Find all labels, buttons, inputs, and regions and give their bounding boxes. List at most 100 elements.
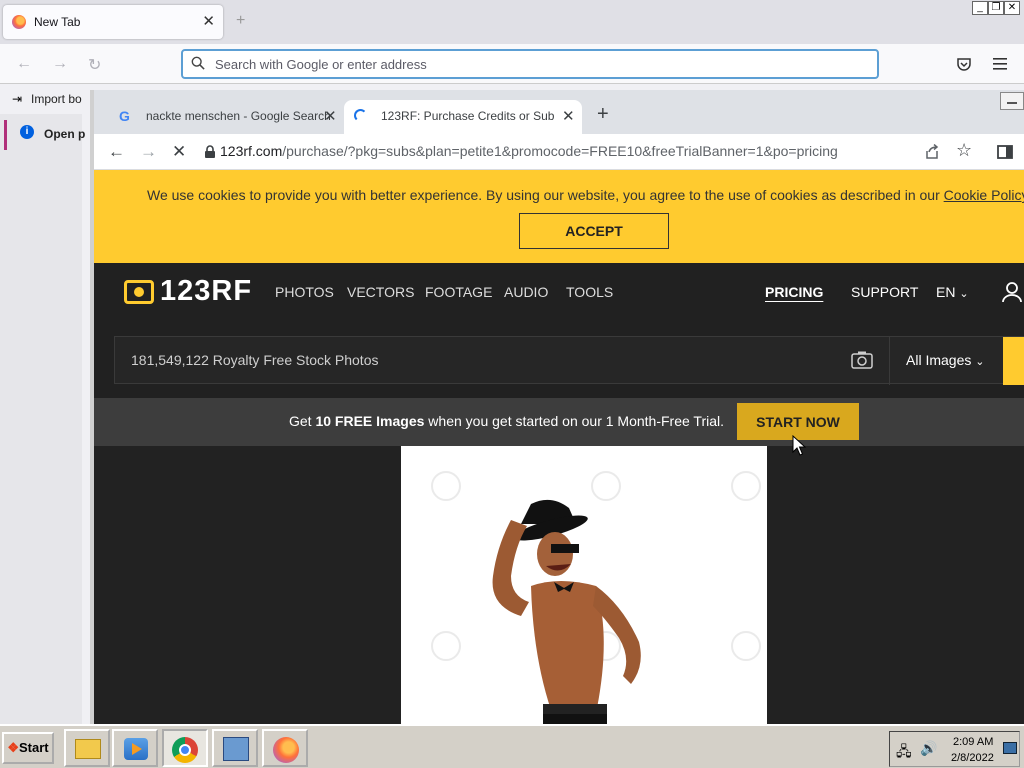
promo-bold: 10 FREE Images <box>315 413 425 429</box>
chrome-tab-strip: G nackte menschen - Google Search ✕ 123R… <box>94 90 1024 134</box>
performer-photo <box>401 446 767 724</box>
nav-tools[interactable]: TOOLS <box>566 284 613 300</box>
forward-arrow-icon[interactable]: → <box>52 55 68 73</box>
chrome-toolbar: ← → ✕ 123rf.com/purchase/?pkg=subs&plan=… <box>94 134 1024 170</box>
minimize-icon[interactable]: _ <box>972 1 988 15</box>
network-tray-icon[interactable]: 🖧 <box>896 741 912 765</box>
page-content: We use cookies to provide you with bette… <box>94 170 1024 724</box>
accept-cookies-button[interactable]: ACCEPT <box>519 213 669 249</box>
search-category-label: All Images <box>906 352 972 368</box>
close-window-icon[interactable]: ✕ <box>1004 1 1020 15</box>
media-player-icon <box>124 738 148 760</box>
show-desktop-icon[interactable] <box>1003 742 1017 754</box>
system-tray: 🖧 🔊 2:09 AM 2/8/2022 <box>889 731 1020 767</box>
search-submit-button[interactable] <box>1003 337 1024 385</box>
lock-icon[interactable] <box>204 145 216 159</box>
language-selector[interactable]: EN ⌄ <box>936 284 969 300</box>
clock-date: 2/8/2022 <box>951 752 994 764</box>
bookmark-star-icon[interactable]: ☆ <box>956 140 972 161</box>
close-tab-icon[interactable]: ✕ <box>202 12 215 30</box>
firefox-sidebar: i Open p <box>0 114 85 724</box>
taskbar-chrome[interactable] <box>162 729 208 767</box>
close-tab-icon[interactable]: ✕ <box>324 107 337 125</box>
promo-pre: Get <box>289 413 316 429</box>
firefox-tab-strip: New Tab ✕ + _ ❐ ✕ <box>0 0 1024 44</box>
new-tab-plus-icon[interactable]: + <box>597 103 609 126</box>
google-favicon-icon: G <box>119 108 130 124</box>
taskbar-media-player[interactable] <box>112 729 158 767</box>
chrome-minimize-icon[interactable] <box>1000 92 1024 110</box>
restore-icon[interactable]: ❐ <box>988 1 1004 15</box>
folder-icon <box>75 739 101 759</box>
search-divider <box>889 337 890 385</box>
camera-logo-icon <box>124 280 154 304</box>
back-arrow-icon[interactable]: ← <box>108 142 125 162</box>
search-input[interactable]: 181,549,122 Royalty Free Stock Photos <box>131 352 378 368</box>
loading-spinner-icon <box>354 109 367 122</box>
promo-post: when you get started on our 1 Month-Free… <box>424 413 725 429</box>
stop-loading-icon[interactable]: ✕ <box>172 142 186 162</box>
share-icon[interactable] <box>924 144 940 160</box>
chrome-address-bar[interactable]: 123rf.com/purchase/?pkg=subs&plan=petite… <box>220 143 838 159</box>
promo-text: Get 10 FREE Images when you get started … <box>289 413 724 429</box>
mouse-cursor-icon <box>792 435 806 456</box>
firefox-address-bar[interactable]: Search with Google or enter address <box>181 49 879 79</box>
taskbar-network-app[interactable] <box>212 729 258 767</box>
nav-vectors[interactable]: VECTORS <box>347 284 414 300</box>
bookmarks-toolbar: ⇥ Import bo <box>0 84 90 114</box>
search-category-select[interactable]: All Images ⌄ <box>906 352 984 368</box>
taskbar: ❖Start 🖧 🔊 2:09 AM 2/8/2022 <box>0 724 1024 768</box>
nav-support[interactable]: SUPPORT <box>851 284 918 300</box>
forward-arrow-icon[interactable]: → <box>140 142 157 162</box>
back-arrow-icon[interactable]: ← <box>16 55 32 73</box>
cookie-banner: We use cookies to provide you with bette… <box>94 170 1024 263</box>
nav-pricing[interactable]: PRICING <box>765 284 823 300</box>
url-host: 123rf.com <box>220 143 283 159</box>
cookie-message: We use cookies to provide you with bette… <box>147 187 944 203</box>
chrome-icon <box>172 737 198 763</box>
language-label: EN <box>936 284 956 300</box>
search-bar[interactable]: 181,549,122 Royalty Free Stock Photos Al… <box>114 336 1024 385</box>
promo-bar: Get 10 FREE Images when you get started … <box>94 398 1024 446</box>
windows-logo-icon: ❖ <box>7 740 20 755</box>
firefox-favicon-icon <box>12 15 26 29</box>
cookie-policy-link[interactable]: Cookie Policy <box>944 187 1024 203</box>
import-icon: ⇥ <box>12 92 23 106</box>
import-bookmarks-link[interactable]: Import bo <box>31 92 82 106</box>
address-placeholder: Search with Google or enter address <box>215 57 427 72</box>
close-tab-icon[interactable]: ✕ <box>562 107 575 125</box>
taskbar-explorer[interactable] <box>64 729 110 767</box>
volume-icon[interactable]: 🔊 <box>920 740 937 757</box>
tab-title: 123RF: Purchase Credits or Subscrit <box>381 109 554 123</box>
cookie-text: We use cookies to provide you with bette… <box>147 187 1024 203</box>
chrome-window: G nackte menschen - Google Search ✕ 123R… <box>90 90 1024 724</box>
sidebar-item-open[interactable]: Open p <box>44 127 85 141</box>
new-tab-plus-icon[interactable]: + <box>236 12 245 30</box>
tab-123rf-purchase[interactable]: 123RF: Purchase Credits or Subscrit ✕ <box>344 100 582 134</box>
start-label: Start <box>19 740 49 755</box>
tab-title: nackte menschen - Google Search <box>146 109 331 123</box>
chevron-down-icon: ⌄ <box>959 288 969 300</box>
reload-icon[interactable]: ↻ <box>88 55 101 75</box>
pocket-icon[interactable] <box>956 56 972 72</box>
clock-time: 2:09 AM <box>953 736 994 748</box>
camera-search-icon[interactable] <box>851 351 873 369</box>
nav-photos[interactable]: PHOTOS <box>275 284 334 300</box>
network-app-icon <box>223 737 249 761</box>
nav-audio[interactable]: AUDIO <box>504 284 548 300</box>
taskbar-firefox[interactable] <box>262 729 308 767</box>
nav-footage[interactable]: FOOTAGE <box>425 284 492 300</box>
url-path: /purchase/?pkg=subs&plan=petite1&promoco… <box>282 143 838 159</box>
stock-photo-preview[interactable] <box>401 446 767 724</box>
start-button[interactable]: ❖Start <box>2 732 54 764</box>
tab-google-search[interactable]: G nackte menschen - Google Search ✕ <box>102 100 342 134</box>
sidebar-accent <box>4 120 7 150</box>
site-header: 123RF PHOTOS VECTORS FOOTAGE AUDIO TOOLS… <box>94 263 1024 398</box>
menu-hamburger-icon[interactable] <box>992 57 1008 71</box>
search-icon <box>191 56 205 70</box>
user-account-icon[interactable] <box>1002 281 1022 303</box>
info-icon: i <box>20 125 34 139</box>
logo-wordmark: 123RF <box>160 275 253 307</box>
firefox-tab-new-tab[interactable]: New Tab ✕ <box>3 5 223 39</box>
side-panel-icon[interactable] <box>997 145 1013 159</box>
